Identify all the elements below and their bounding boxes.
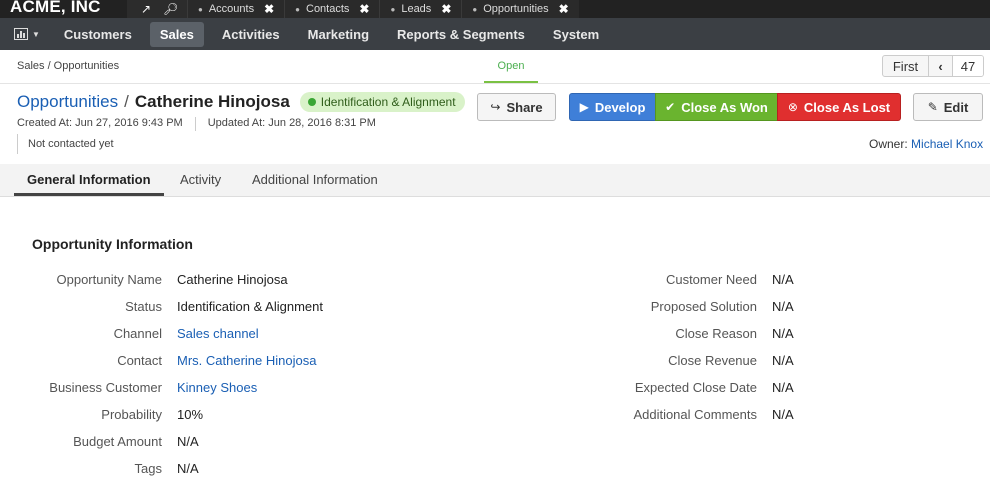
history-tab-label: Leads — [401, 3, 432, 15]
history-tab-leads[interactable]: ● Leads ✖ — [379, 0, 462, 18]
close-as-won-button[interactable]: ✔ Close As Won — [655, 93, 778, 121]
close-icon[interactable]: ✖ — [359, 2, 369, 16]
history-tab-label: Opportunities — [483, 3, 549, 15]
dot-icon: ● — [472, 4, 478, 14]
nav-item-marketing[interactable]: Marketing — [298, 22, 379, 47]
record-pager: First ‹ 47 — [882, 55, 984, 77]
history-tab-label: Accounts — [208, 3, 255, 15]
share-icon: ↪ — [490, 100, 501, 114]
nav-item-customers[interactable]: Customers — [54, 22, 142, 47]
history-tab-contacts[interactable]: ● Contacts ✖ — [284, 0, 380, 18]
nav-item-sales[interactable]: Sales — [149, 21, 204, 47]
field-label: Additional Comments — [633, 407, 757, 422]
field-budget-amount: Budget Amount N/A — [0, 434, 199, 452]
field-close-reason: Close Reason N/A — [0, 326, 794, 344]
field-label: Expected Close Date — [634, 380, 757, 395]
edit-icon: ✎ — [927, 100, 938, 114]
close-icon[interactable]: ✖ — [264, 2, 274, 16]
brand-logo[interactable]: ACME, INC — [0, 0, 127, 18]
history-tabs: ● Accounts ✖ ● Contacts ✖ ● Leads ✖ ● Op… — [187, 0, 579, 18]
main-nav: ▼ Customers Sales Activities Marketing R… — [0, 18, 990, 50]
field-value: N/A — [772, 326, 794, 341]
close-lost-label: Close As Lost — [803, 99, 891, 115]
field-label: Close Reason — [675, 326, 757, 341]
record-meta: Created At: Jun 27, 2016 9:43 PM Updated… — [17, 117, 376, 131]
close-won-label: Close As Won — [681, 99, 768, 115]
field-value: N/A — [772, 380, 794, 395]
edit-label: Edit — [943, 99, 969, 115]
pager-first-button[interactable]: First — [883, 56, 929, 76]
dashboard-menu[interactable]: ▼ — [0, 28, 54, 40]
bar-chart-icon — [14, 28, 28, 40]
status-step-open: Open — [497, 60, 525, 72]
field-label: Tags — [134, 461, 162, 476]
check-circle-icon: ✔ — [665, 100, 676, 114]
owner: Owner: Michael Knox — [869, 137, 983, 151]
tab-additional-information[interactable]: Additional Information — [239, 164, 391, 196]
tab-general-information[interactable]: General Information — [14, 164, 164, 196]
share-button[interactable]: ↪ Share — [477, 93, 556, 121]
field-expected-close-date: Expected Close Date N/A — [0, 380, 794, 398]
status-step-indicator — [484, 81, 538, 83]
field-close-revenue: Close Revenue N/A — [0, 353, 794, 371]
x-circle-icon: ⊗ — [787, 100, 798, 114]
owner-link[interactable]: Michael Knox — [911, 137, 983, 151]
pager-number: 47 — [953, 56, 983, 76]
breadcrumb[interactable]: Sales / Opportunities — [17, 60, 119, 72]
chevron-left-icon[interactable]: ‹ — [929, 56, 953, 76]
opportunities-link[interactable]: Opportunities — [17, 92, 118, 112]
develop-button[interactable]: ▶ Develop — [569, 93, 656, 121]
tab-activity[interactable]: Activity — [167, 164, 234, 196]
field-value: N/A — [772, 353, 794, 368]
history-tab-accounts[interactable]: ● Accounts ✖ — [187, 0, 285, 18]
develop-label: Develop — [594, 99, 646, 115]
tabs-bar: General Information Activity Additional … — [0, 164, 990, 197]
field-value: N/A — [772, 299, 794, 314]
dot-icon: ● — [295, 4, 300, 14]
nav-item-reports-segments[interactable]: Reports & Segments — [387, 22, 535, 47]
contact-status: Not contacted yet — [17, 134, 114, 154]
field-tags: Tags N/A — [0, 461, 199, 479]
status-badge-label: Identification & Alignment — [320, 95, 456, 109]
field-value: N/A — [772, 272, 794, 287]
status-badge: Identification & Alignment — [299, 92, 465, 112]
history-tab-opportunities[interactable]: ● Opportunities ✖ — [461, 0, 579, 18]
field-value: N/A — [177, 434, 199, 449]
close-icon[interactable]: ✖ — [559, 2, 569, 16]
updated-at: Updated At: Jun 28, 2016 8:31 PM — [207, 117, 376, 129]
caret-down-icon: ▼ — [32, 29, 40, 39]
nav-item-activities[interactable]: Activities — [212, 22, 290, 47]
edit-button[interactable]: ✎ Edit — [913, 93, 983, 121]
top-bar: ACME, INC ↗ 🔎︎ ● Accounts ✖ ● Contacts ✖… — [0, 0, 990, 18]
history-tab-label: Contacts — [306, 3, 350, 15]
close-as-lost-button[interactable]: ⊗ Close As Lost — [777, 93, 901, 121]
created-at: Created At: Jun 27, 2016 9:43 PM — [17, 117, 183, 129]
share-out-icon[interactable]: ↗ — [139, 3, 153, 15]
field-label: Close Revenue — [668, 353, 757, 368]
nav-item-system[interactable]: System — [543, 22, 609, 47]
play-icon: ▶ — [579, 100, 589, 114]
meta-divider — [194, 117, 196, 131]
field-label: Budget Amount — [73, 434, 162, 449]
record-name: Catherine Hinojosa — [134, 92, 290, 111]
page-title: Opportunities / Catherine Hinojosa Ident… — [17, 92, 465, 112]
section-title: Opportunity Information — [32, 236, 193, 252]
title-separator: / — [124, 92, 129, 111]
top-icons: ↗ 🔎︎ — [127, 0, 187, 18]
owner-label: Owner: — [869, 137, 908, 151]
search-icon[interactable]: 🔎︎ — [163, 3, 178, 15]
share-label: Share — [506, 99, 543, 115]
field-proposed-solution: Proposed Solution N/A — [0, 299, 794, 317]
field-customer-need: Customer Need N/A — [0, 272, 794, 290]
breadcrumb-row: Sales / Opportunities Open First ‹ 47 — [0, 50, 990, 84]
field-label: Proposed Solution — [650, 299, 757, 314]
field-value: N/A — [772, 407, 794, 422]
field-label: Customer Need — [665, 272, 757, 287]
dot-icon: ● — [198, 4, 203, 14]
dot-icon: ● — [390, 4, 396, 14]
field-additional-comments: Additional Comments N/A — [0, 407, 794, 425]
field-value: N/A — [177, 461, 199, 476]
close-icon[interactable]: ✖ — [441, 2, 451, 16]
status-dot-icon — [307, 98, 316, 106]
